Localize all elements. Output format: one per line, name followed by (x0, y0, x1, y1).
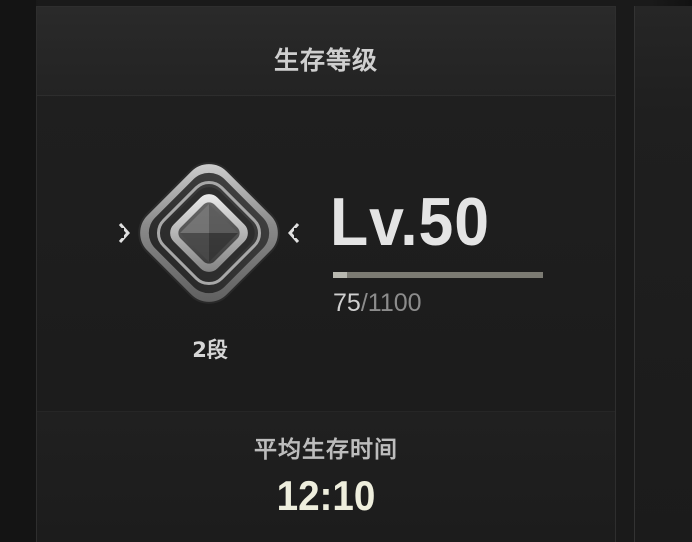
average-survival-value: 12:10 (276, 472, 376, 519)
xp-max: 1100 (367, 289, 422, 317)
xp-progress-text: 75/1100 (333, 289, 422, 318)
survival-stats-screen: 生存等级 2段 Lv.50 75/1100 平均生存时间 12:10 (0, 0, 692, 542)
left-edge-panel (0, 0, 36, 542)
adjacent-panel (634, 6, 692, 542)
xp-current: 75 (333, 289, 361, 317)
xp-separator: / (360, 289, 368, 317)
xp-progress-bar (333, 272, 543, 278)
xp-progress-fill (333, 272, 348, 278)
average-survival-label: 平均生存时间 (254, 437, 398, 463)
panel-header: 生存等级 (37, 7, 615, 96)
diamond-rank-badge-icon (114, 162, 304, 304)
panel-title: 生存等级 (273, 46, 378, 75)
rank-tier-label: 2段 (192, 338, 228, 362)
level-value: Lv.50 (330, 184, 490, 260)
